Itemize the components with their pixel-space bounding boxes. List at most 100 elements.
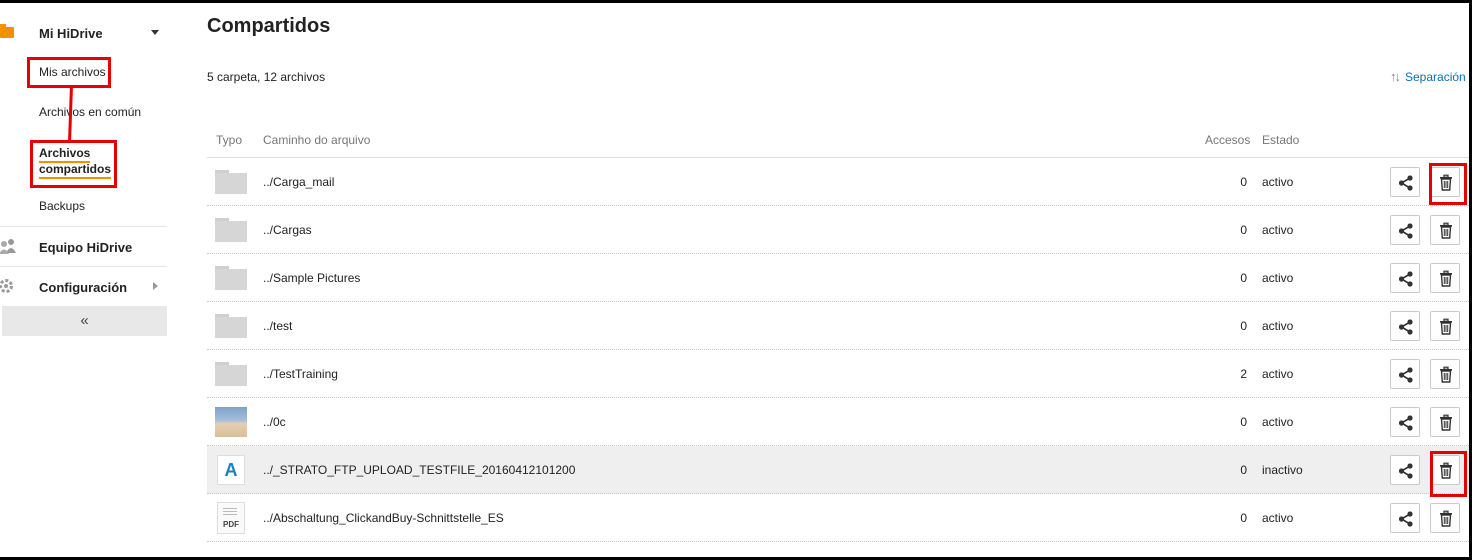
file-path[interactable]: ../test [263,319,292,333]
chevron-down-icon[interactable] [151,30,159,35]
trash-icon [1440,270,1452,287]
trash-icon [1440,174,1452,191]
file-path[interactable]: ../Abschaltung_ClickandBuy-Schnittstelle… [263,511,504,525]
delete-button[interactable] [1430,311,1460,341]
share-icon [1398,463,1413,479]
share-icon [1398,319,1413,335]
share-icon [1398,367,1413,383]
sort-button[interactable]: ↑↓ Separación [1390,69,1466,84]
delete-button[interactable] [1430,263,1460,293]
file-path[interactable]: ../Carga_mail [263,175,334,189]
status-text: activo [1262,415,1294,429]
column-header-status[interactable]: Estado [1262,133,1299,147]
divider [0,226,167,227]
share-icon [1398,223,1413,239]
status-text: activo [1262,271,1294,285]
file-path[interactable]: ../0c [263,415,286,429]
sidebar: Mi HiDrive Mis archivos Archivos en comú… [0,0,168,560]
nav-shared-files-line1: Archivos [39,146,91,163]
delete-button[interactable] [1430,167,1460,197]
folder-icon [215,314,247,338]
table-row[interactable]: ../Cargas 0 activo [207,206,1469,254]
status-text: activo [1262,175,1294,189]
access-count: 2 [1240,367,1247,381]
nav-backups[interactable]: Backups [39,199,85,213]
items-summary: 5 carpeta, 12 archivos [207,70,326,84]
table-row[interactable]: ../0c 0 activo [207,398,1469,446]
access-count: 0 [1240,463,1247,477]
gear-icon [0,279,13,293]
status-text: activo [1262,511,1294,525]
sort-icon: ↑↓ [1390,69,1401,84]
folder-icon [215,362,247,386]
team-icon [0,239,16,254]
share-icon [1398,415,1413,431]
delete-button[interactable] [1430,503,1460,533]
share-button[interactable] [1390,407,1420,437]
share-icon [1398,271,1413,287]
trash-icon [1440,414,1452,431]
delete-button[interactable] [1430,359,1460,389]
folder-icon [215,266,247,290]
pdf-label: PDF [223,520,239,529]
nav-shared-files[interactable]: Archivos compartidos [39,145,112,179]
sort-label: Separación [1405,70,1466,84]
access-count: 0 [1240,175,1247,189]
share-button[interactable] [1390,311,1420,341]
delete-button[interactable] [1430,407,1460,437]
file-path[interactable]: ../TestTraining [263,367,338,381]
status-text: inactivo [1262,463,1303,477]
nav-shared-files-line2: compartidos [39,162,112,179]
access-count: 0 [1240,271,1247,285]
nav-settings[interactable]: Configuración [39,280,127,295]
trash-icon [1440,462,1452,479]
nav-common-files[interactable]: Archivos en común [39,105,141,119]
folder-icon [0,24,14,38]
page-title: Compartidos [207,15,331,37]
divider [0,266,167,267]
status-text: activo [1262,319,1294,333]
nav-my-files[interactable]: Mis archivos [39,65,106,79]
chevron-right-icon[interactable] [153,282,158,290]
text-file-icon: A [217,455,245,485]
collapse-sidebar-button[interactable]: « [2,306,167,336]
share-icon [1398,511,1413,527]
delete-button[interactable] [1430,455,1460,485]
status-text: activo [1262,223,1294,237]
delete-button[interactable] [1430,215,1460,245]
status-text: activo [1262,367,1294,381]
share-button[interactable] [1390,263,1420,293]
share-icon [1398,175,1413,191]
folder-icon [215,170,247,194]
share-button[interactable] [1390,359,1420,389]
column-header-path[interactable]: Caminho do arquivo [263,133,370,147]
table-row[interactable]: ../Sample Pictures 0 activo [207,254,1469,302]
access-count: 0 [1240,511,1247,525]
file-path[interactable]: ../Sample Pictures [263,271,360,285]
column-header-type[interactable]: Typo [216,133,242,147]
table-row[interactable]: ../test 0 activo [207,302,1469,350]
row-divider [207,541,1469,542]
table-row[interactable]: ../Carga_mail 0 activo [207,158,1469,206]
folder-icon [215,218,247,242]
nav-my-hidrive[interactable]: Mi HiDrive [39,26,103,41]
table-row[interactable]: A ../_STRATO_FTP_UPLOAD_TESTFILE_2016041… [207,446,1469,494]
trash-icon [1440,510,1452,527]
file-path[interactable]: ../Cargas [263,223,312,237]
table-row[interactable]: PDF ../Abschaltung_ClickandBuy-Schnittst… [207,494,1469,542]
share-button[interactable] [1390,167,1420,197]
access-count: 0 [1240,319,1247,333]
trash-icon [1440,222,1452,239]
share-button[interactable] [1390,215,1420,245]
trash-icon [1440,318,1452,335]
access-count: 0 [1240,415,1247,429]
table-row[interactable]: ../TestTraining 2 activo [207,350,1469,398]
access-count: 0 [1240,223,1247,237]
nav-team[interactable]: Equipo HiDrive [39,240,132,255]
file-path[interactable]: ../_STRATO_FTP_UPLOAD_TESTFILE_201604121… [263,463,575,477]
share-button[interactable] [1390,455,1420,485]
share-button[interactable] [1390,503,1420,533]
column-header-accesses[interactable]: Accesos [1205,133,1250,147]
image-thumbnail [215,407,247,437]
pdf-file-icon: PDF [217,502,245,534]
